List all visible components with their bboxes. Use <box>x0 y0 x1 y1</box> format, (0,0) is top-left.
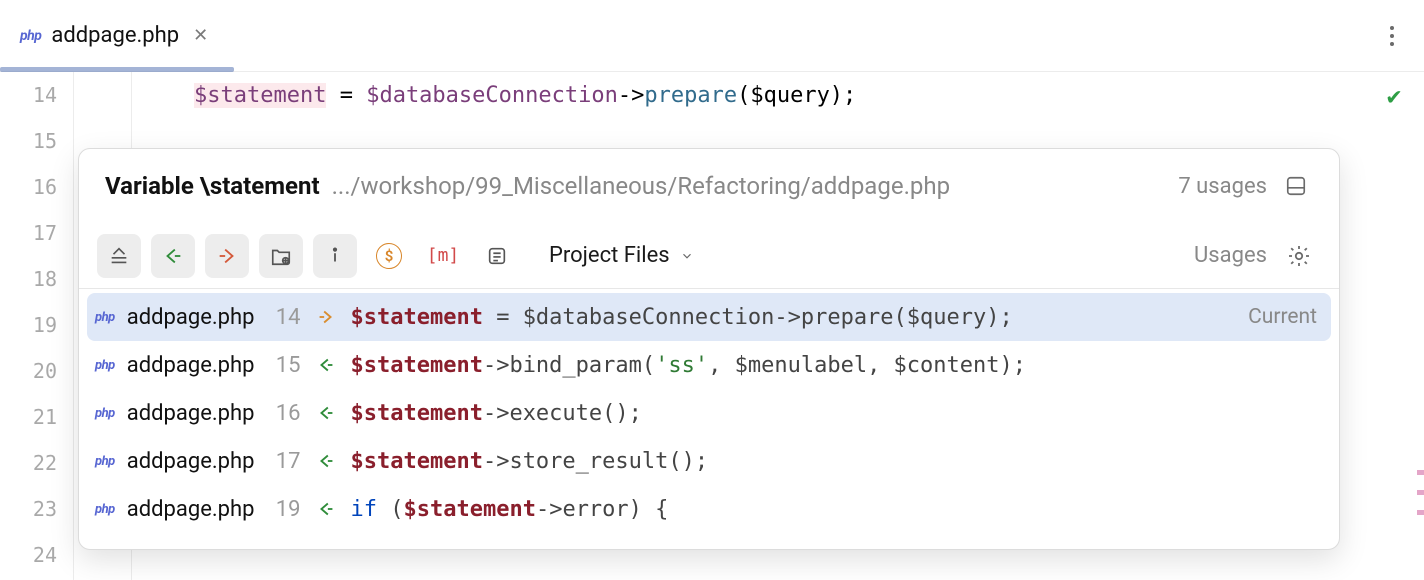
line-number: 20 <box>17 348 73 394</box>
line-number: 22 <box>17 440 73 486</box>
usages-label: Usages <box>1194 243 1267 268</box>
checkmark-icon: ✔ <box>1387 82 1401 110</box>
read-access-icon <box>315 450 337 472</box>
result-filename: addpage.php <box>127 353 255 378</box>
result-filename: addpage.php <box>127 497 255 522</box>
usage-result-row[interactable]: php addpage.php 17 $statement->store_result… <box>79 437 1339 485</box>
expand-all-button[interactable] <box>97 234 141 278</box>
info-button[interactable] <box>313 234 357 278</box>
result-line-number: 19 <box>267 497 301 522</box>
popup-toolbar: $ [m] Project Files Usages <box>79 223 1339 289</box>
show-read-access-button[interactable] <box>151 234 195 278</box>
php-file-icon: php <box>95 502 115 517</box>
scope-selector-label: Project Files <box>549 243 670 268</box>
usage-result-row[interactable]: php addpage.php 15 $statement->bind_param('… <box>79 341 1339 389</box>
line-number: 23 <box>17 486 73 532</box>
editor-tab-addpage[interactable]: php addpage.php ✕ <box>0 0 234 71</box>
line-number: 19 <box>17 302 73 348</box>
code-line[interactable]: $statement = $databaseConnection->prepar… <box>194 72 1424 118</box>
error-stripe[interactable] <box>1416 72 1424 580</box>
usage-results-list: php addpage.php 14 $statement = $databaseCo… <box>79 289 1339 549</box>
result-line-number: 14 <box>267 305 301 330</box>
result-code-preview: $statement->bind_param('ss', $menulabel,… <box>351 353 1318 378</box>
line-number: 16 <box>17 164 73 210</box>
line-number: 18 <box>17 256 73 302</box>
read-access-icon <box>315 354 337 376</box>
usage-result-row[interactable]: php addpage.php 16 $statement->execute(); <box>79 389 1339 437</box>
token-variable: $databaseConnection <box>366 83 618 108</box>
popup-header: Variable \statement .../workshop/99_Misc… <box>79 149 1339 223</box>
result-code-preview: $statement->store_result(); <box>351 449 1318 474</box>
php-file-icon: php <box>95 454 115 469</box>
editor-tabbar: php addpage.php ✕ <box>0 0 1424 72</box>
token-method-call: prepare <box>644 83 737 108</box>
show-dollar-usages-icon[interactable]: $ <box>367 234 411 278</box>
result-code-preview: $statement->execute(); <box>351 401 1318 426</box>
result-code-preview: $statement = $databaseConnection->prepar… <box>351 305 1237 330</box>
result-line-number: 15 <box>267 353 301 378</box>
read-access-arrow <box>313 402 339 424</box>
php-file-icon: php <box>95 310 115 325</box>
preview-usages-icon[interactable] <box>475 234 519 278</box>
method-usages-icon[interactable]: [m] <box>421 234 465 278</box>
chevron-down-icon <box>680 249 694 263</box>
php-file-icon: php <box>95 358 115 373</box>
gear-icon <box>1287 244 1311 268</box>
php-file-icon: php <box>20 28 41 44</box>
show-usages-popup: Variable \statement .../workshop/99_Misc… <box>78 148 1340 550</box>
result-line-number: 17 <box>267 449 301 474</box>
usage-result-row[interactable]: php addpage.php 14 $statement = $databaseCo… <box>87 293 1331 341</box>
result-line-number: 16 <box>267 401 301 426</box>
line-number: 21 <box>17 394 73 440</box>
write-access-icon <box>315 306 337 328</box>
result-filename: addpage.php <box>127 401 255 426</box>
usage-result-row[interactable]: php addpage.php 19 if ($statement->error) { <box>79 485 1339 533</box>
write-access-arrow <box>313 306 339 328</box>
line-number: 24 <box>17 532 73 578</box>
token-variable: $statement <box>194 83 326 108</box>
popup-file-path: .../workshop/99_Miscellaneous/Refactorin… <box>332 172 1167 200</box>
tab-filename: addpage.php <box>51 23 179 48</box>
read-access-icon <box>315 402 337 424</box>
result-code-preview: if ($statement->error) { <box>351 497 1318 522</box>
read-access-icon <box>315 498 337 520</box>
line-number-gutter: 14 15 16 17 18 19 20 21 22 23 24 <box>0 72 74 580</box>
read-access-arrow <box>313 450 339 472</box>
popup-title: Variable \statement <box>105 172 320 200</box>
result-filename: addpage.php <box>127 305 255 330</box>
php-file-icon: php <box>95 406 115 421</box>
line-number: 15 <box>17 118 73 164</box>
result-filename: addpage.php <box>127 449 255 474</box>
close-tab-icon[interactable]: ✕ <box>189 21 212 50</box>
usage-count-label: 7 usages <box>1178 174 1267 199</box>
inspection-status-icon[interactable]: ✔ <box>1378 80 1410 112</box>
tab-overflow-menu-icon[interactable] <box>1382 18 1402 54</box>
read-access-arrow <box>313 498 339 520</box>
open-in-toolwindow-icon[interactable] <box>1279 169 1313 203</box>
read-access-arrow <box>313 354 339 376</box>
current-result-tag: Current <box>1248 305 1317 329</box>
line-number: 17 <box>17 210 73 256</box>
line-number: 14 <box>17 72 73 118</box>
settings-button[interactable] <box>1277 234 1321 278</box>
show-write-access-button[interactable] <box>205 234 249 278</box>
file-structure-button[interactable] <box>259 234 303 278</box>
scope-selector[interactable]: Project Files <box>549 243 694 268</box>
